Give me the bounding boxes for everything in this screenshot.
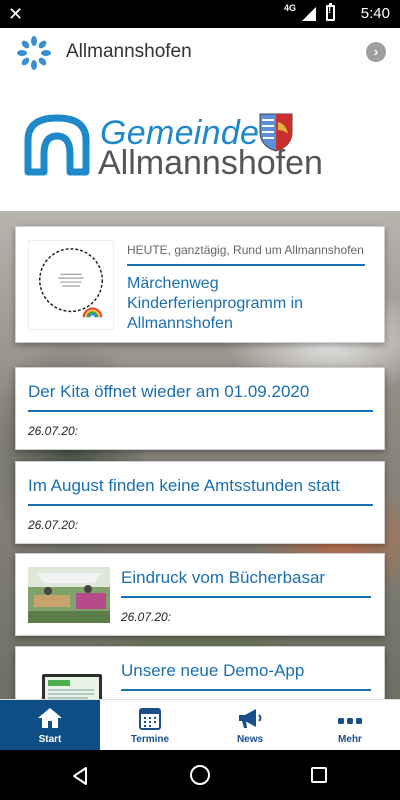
tab-termine[interactable]: Termine <box>100 700 200 751</box>
tab-news[interactable]: News <box>200 700 300 751</box>
arch-logo-icon <box>24 114 90 176</box>
bottom-tab-bar: Start Termine News Mehr <box>0 699 400 751</box>
tab-mehr[interactable]: Mehr <box>300 700 400 751</box>
event-headline[interactable]: Märchenweg Kinderferienprogramm in Allma… <box>127 274 367 334</box>
news-headline[interactable]: Der Kita öffnet wieder am 01.09.2020 <box>28 382 373 402</box>
municipality-banner: Gemeinde Allmannshofen <box>0 78 400 211</box>
app-logo-icon <box>17 36 51 70</box>
status-bar: ✕ 4G 5:40 <box>0 0 400 28</box>
system-nav-bar <box>0 750 400 800</box>
event-meta: HEUTE, ganztägig, Rund um Allmannshofen <box>127 243 364 257</box>
tab-label: Start <box>38 734 62 745</box>
news-headline[interactable]: Im August finden keine Amtsstunden statt <box>28 476 373 496</box>
notification-close-icon: ✕ <box>8 4 24 24</box>
calendar-icon <box>139 708 161 730</box>
more-icon <box>338 718 362 724</box>
recent-apps-icon[interactable] <box>311 767 327 783</box>
app-title: Allmannshofen <box>66 41 192 62</box>
event-card[interactable]: HEUTE, ganztägig, Rund um Allmannshofen … <box>15 226 385 343</box>
book-fair-photo <box>28 567 110 623</box>
signal-icon <box>302 7 316 21</box>
home-icon <box>38 708 62 728</box>
tab-label: Termine <box>130 734 170 745</box>
news-feed[interactable]: HEUTE, ganztägig, Rund um Allmannshofen … <box>0 211 400 699</box>
news-date: 26.07.20: <box>121 610 172 624</box>
home-button-icon[interactable] <box>190 765 210 785</box>
divider <box>121 596 371 598</box>
divider <box>28 504 373 506</box>
network-type-label: 4G <box>283 3 296 13</box>
app-bar: Allmannshofen › <box>0 28 400 78</box>
megaphone-icon <box>239 709 262 728</box>
battery-icon <box>326 3 335 21</box>
tab-label: Mehr <box>338 734 362 745</box>
coat-of-arms-icon <box>259 113 293 152</box>
chevron-right-icon[interactable]: › <box>366 42 386 62</box>
back-icon[interactable] <box>69 765 91 787</box>
demo-app-screenshot <box>28 660 110 699</box>
event-thumbnail <box>28 240 114 330</box>
news-card[interactable]: Eindruck vom Bücherbasar 26.07.20: <box>15 553 385 636</box>
news-card[interactable]: Der Kita öffnet wieder am 01.09.2020 26.… <box>15 367 385 450</box>
news-date: 26.07.20: <box>28 424 79 438</box>
news-headline[interactable]: Unsere neue Demo-App <box>121 661 371 681</box>
divider <box>121 689 371 691</box>
status-clock: 5:40 <box>360 5 390 22</box>
news-date: 26.07.20: <box>28 518 79 532</box>
news-card[interactable]: Im August finden keine Amtsstunden statt… <box>15 461 385 544</box>
tab-start[interactable]: Start <box>0 700 100 751</box>
tab-label: News <box>236 734 264 745</box>
divider <box>28 410 373 412</box>
news-card[interactable]: Unsere neue Demo-App <box>15 646 385 699</box>
news-headline[interactable]: Eindruck vom Bücherbasar <box>121 568 371 588</box>
divider <box>127 264 365 266</box>
